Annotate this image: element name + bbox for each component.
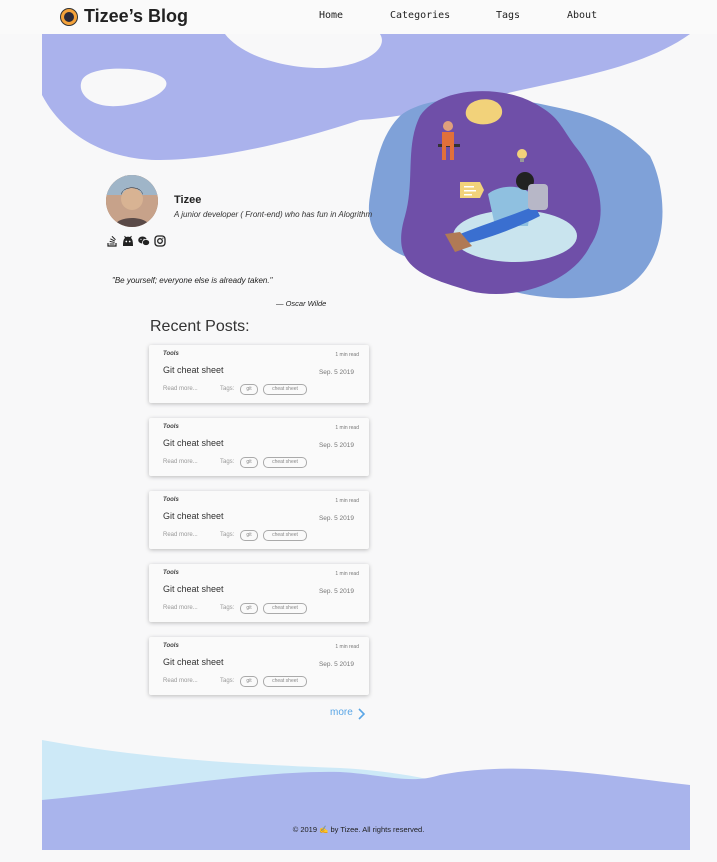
post-title[interactable]: Git cheat sheet (163, 511, 224, 521)
footer-copyright: © 2019 ✍️ by Tizee. All rights reserved. (292, 825, 425, 834)
post-tags-label: Tags: (220, 386, 235, 392)
post-read-time: 1 min read (335, 571, 359, 577)
recent-posts-title: Recent Posts: (150, 318, 250, 335)
nav-tags[interactable]: Tags (496, 10, 520, 21)
site-logo[interactable]: Tizee’s Blog (60, 6, 188, 27)
tag-cheat-sheet[interactable]: cheat sheet (263, 457, 307, 468)
post-date: Sep. 5 2019 (318, 661, 354, 668)
nav-home[interactable]: Home (319, 10, 343, 21)
post-date: Sep. 5 2019 (318, 515, 354, 522)
post-title[interactable]: Git cheat sheet (163, 365, 224, 375)
tag-cheat-sheet[interactable]: cheat sheet (263, 530, 307, 541)
site-header: Tizee’s Blog Home Categories Tags About (0, 0, 717, 34)
post-title[interactable]: Git cheat sheet (163, 584, 224, 594)
avatar (106, 175, 158, 227)
logo-icon (60, 7, 78, 26)
nav-about[interactable]: About (567, 10, 597, 21)
more-posts-link[interactable]: more (330, 707, 353, 718)
post-tags-label: Tags: (220, 459, 235, 465)
tag-cheat-sheet[interactable]: cheat sheet (263, 676, 307, 687)
post-title[interactable]: Git cheat sheet (163, 657, 224, 667)
post-category[interactable]: Tools (163, 351, 179, 357)
post-date: Sep. 5 2019 (318, 442, 354, 449)
blog-page: Tizee’s Blog Home Categories Tags About (0, 0, 717, 862)
tag-git[interactable]: git (240, 384, 258, 395)
post-card[interactable]: Tools 1 min read Git cheat sheet Sep. 5 … (149, 491, 369, 549)
wechat-icon[interactable] (138, 234, 150, 246)
post-card[interactable]: Tools 1 min read Git cheat sheet Sep. 5 … (149, 564, 369, 622)
post-tags-label: Tags: (220, 605, 235, 611)
nav-categories[interactable]: Categories (390, 10, 450, 21)
read-more-link[interactable]: Read more... (163, 678, 198, 684)
tag-git[interactable]: git (240, 603, 258, 614)
post-category[interactable]: Tools (163, 424, 179, 430)
footer-waves (42, 740, 690, 850)
post-card[interactable]: Tools 1 min read Git cheat sheet Sep. 5 … (149, 637, 369, 695)
read-more-link[interactable]: Read more... (163, 459, 198, 465)
post-title[interactable]: Git cheat sheet (163, 438, 224, 448)
post-tags-label: Tags: (220, 532, 235, 538)
social-links (106, 234, 166, 247)
post-read-time: 1 min read (335, 352, 359, 358)
tag-git[interactable]: git (240, 457, 258, 468)
hero-illustration (368, 91, 663, 299)
post-read-time: 1 min read (335, 644, 359, 650)
github-icon[interactable] (122, 234, 134, 246)
tag-cheat-sheet[interactable]: cheat sheet (263, 603, 307, 614)
stackoverflow-icon[interactable] (106, 234, 118, 247)
chevron-right-icon[interactable] (357, 708, 365, 720)
tag-git[interactable]: git (240, 530, 258, 541)
tag-git[interactable]: git (240, 676, 258, 687)
tag-cheat-sheet[interactable]: cheat sheet (263, 384, 307, 395)
instagram-icon[interactable] (154, 234, 166, 247)
quote-text: "Be yourself; everyone else is already t… (112, 276, 273, 285)
post-category[interactable]: Tools (163, 497, 179, 503)
post-date: Sep. 5 2019 (318, 369, 354, 376)
site-title[interactable]: Tizee’s Blog (84, 6, 188, 27)
post-tags-label: Tags: (220, 678, 235, 684)
post-category[interactable]: Tools (163, 570, 179, 576)
post-card[interactable]: Tools 1 min read Git cheat sheet Sep. 5 … (149, 345, 369, 403)
read-more-link[interactable]: Read more... (163, 386, 198, 392)
post-card[interactable]: Tools 1 min read Git cheat sheet Sep. 5 … (149, 418, 369, 476)
post-category[interactable]: Tools (163, 643, 179, 649)
profile-description: A junior developer ( Front-end) who has … (174, 210, 373, 219)
post-read-time: 1 min read (335, 425, 359, 431)
profile-name: Tizee (174, 194, 202, 206)
read-more-link[interactable]: Read more... (163, 532, 198, 538)
read-more-link[interactable]: Read more... (163, 605, 198, 611)
post-read-time: 1 min read (335, 498, 359, 504)
quote-author: — Oscar Wilde (276, 299, 327, 308)
post-date: Sep. 5 2019 (318, 588, 354, 595)
